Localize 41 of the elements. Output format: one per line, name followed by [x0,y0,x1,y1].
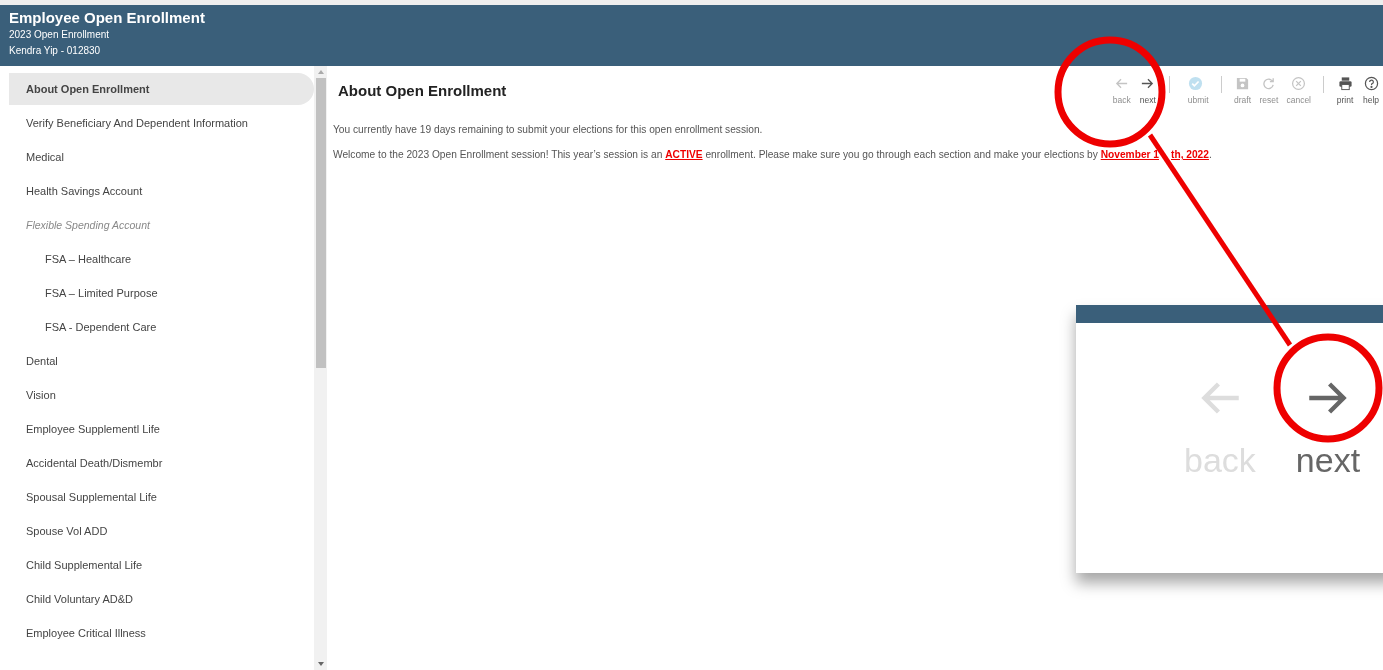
sidebar-item[interactable]: Medical [9,141,64,173]
active-link[interactable]: ACTIVE [665,149,703,160]
sidebar-item[interactable]: Employee Supplementl Life [9,413,160,445]
sidebar-item[interactable]: FSA - Dependent Care [9,311,157,343]
sidebar-item[interactable]: Vision [9,379,56,411]
next-label: next [1295,441,1361,480]
sidebar-item[interactable]: FSA – Healthcare [9,243,132,275]
sidebar-category: Flexible Spending Account [25,218,150,233]
scroll-down-icon[interactable] [316,661,325,667]
scrollbar-thumb[interactable] [315,78,326,368]
refresh-icon [1261,76,1277,91]
sidebar-item[interactable]: FSA – Limited Purpose [9,277,158,309]
print-button[interactable]: print [1333,76,1357,105]
deadline-link[interactable]: November 1 th, 2022 [1100,149,1209,160]
print-icon [1337,76,1353,91]
help-icon [1363,76,1379,91]
welcome-text: Welcome to the 2023 Open Enrollment session! This year’s session is an ACTIVE enrollment. Please make sure you go through each section and make your elections by November 1 th, 2022. [333,149,1213,160]
sidebar-item[interactable]: Child Voluntary AD&D [9,583,133,615]
sidebar-item[interactable]: Child Supplemental Life [9,549,143,581]
arrow-left-icon [1114,76,1130,91]
check-circle-icon [1187,76,1203,91]
app-title: Employee Open Enrollment [9,9,205,27]
user-name: Kendra Yip - 012830 [9,44,101,58]
scroll-up-icon[interactable] [316,69,325,75]
help-button[interactable]: help [1359,76,1383,105]
sidebar-item[interactable]: About Open Enrollment [9,73,314,105]
enrollment-name: 2023 Open Enrollment [9,28,110,42]
save-icon [1235,76,1250,91]
sidebar-item[interactable]: Accidental Death/Dismembr [9,447,163,479]
days-remaining-text: You currently have 19 days remaining to submit your elections for this open enrollment session. [333,124,764,135]
sidebar-item[interactable]: Health Savings Account [9,175,143,207]
cancel-icon [1291,76,1307,91]
arrow-right-icon [1140,76,1156,91]
sidebar-item[interactable]: Verify Beneficiary And Dependent Information [9,107,248,139]
scrollbar[interactable] [314,66,327,670]
sidebar-item[interactable]: Spouse Vol ADD [9,515,108,547]
sidebar-item[interactable]: Employee Critical Illness [9,617,146,649]
next-button[interactable]: next [1135,76,1160,105]
sidebar-item[interactable]: Spousal Supplemental Life [9,481,157,513]
sidebar-item[interactable]: Dental [9,345,58,377]
page-title: About Open Enrollment [338,82,507,99]
